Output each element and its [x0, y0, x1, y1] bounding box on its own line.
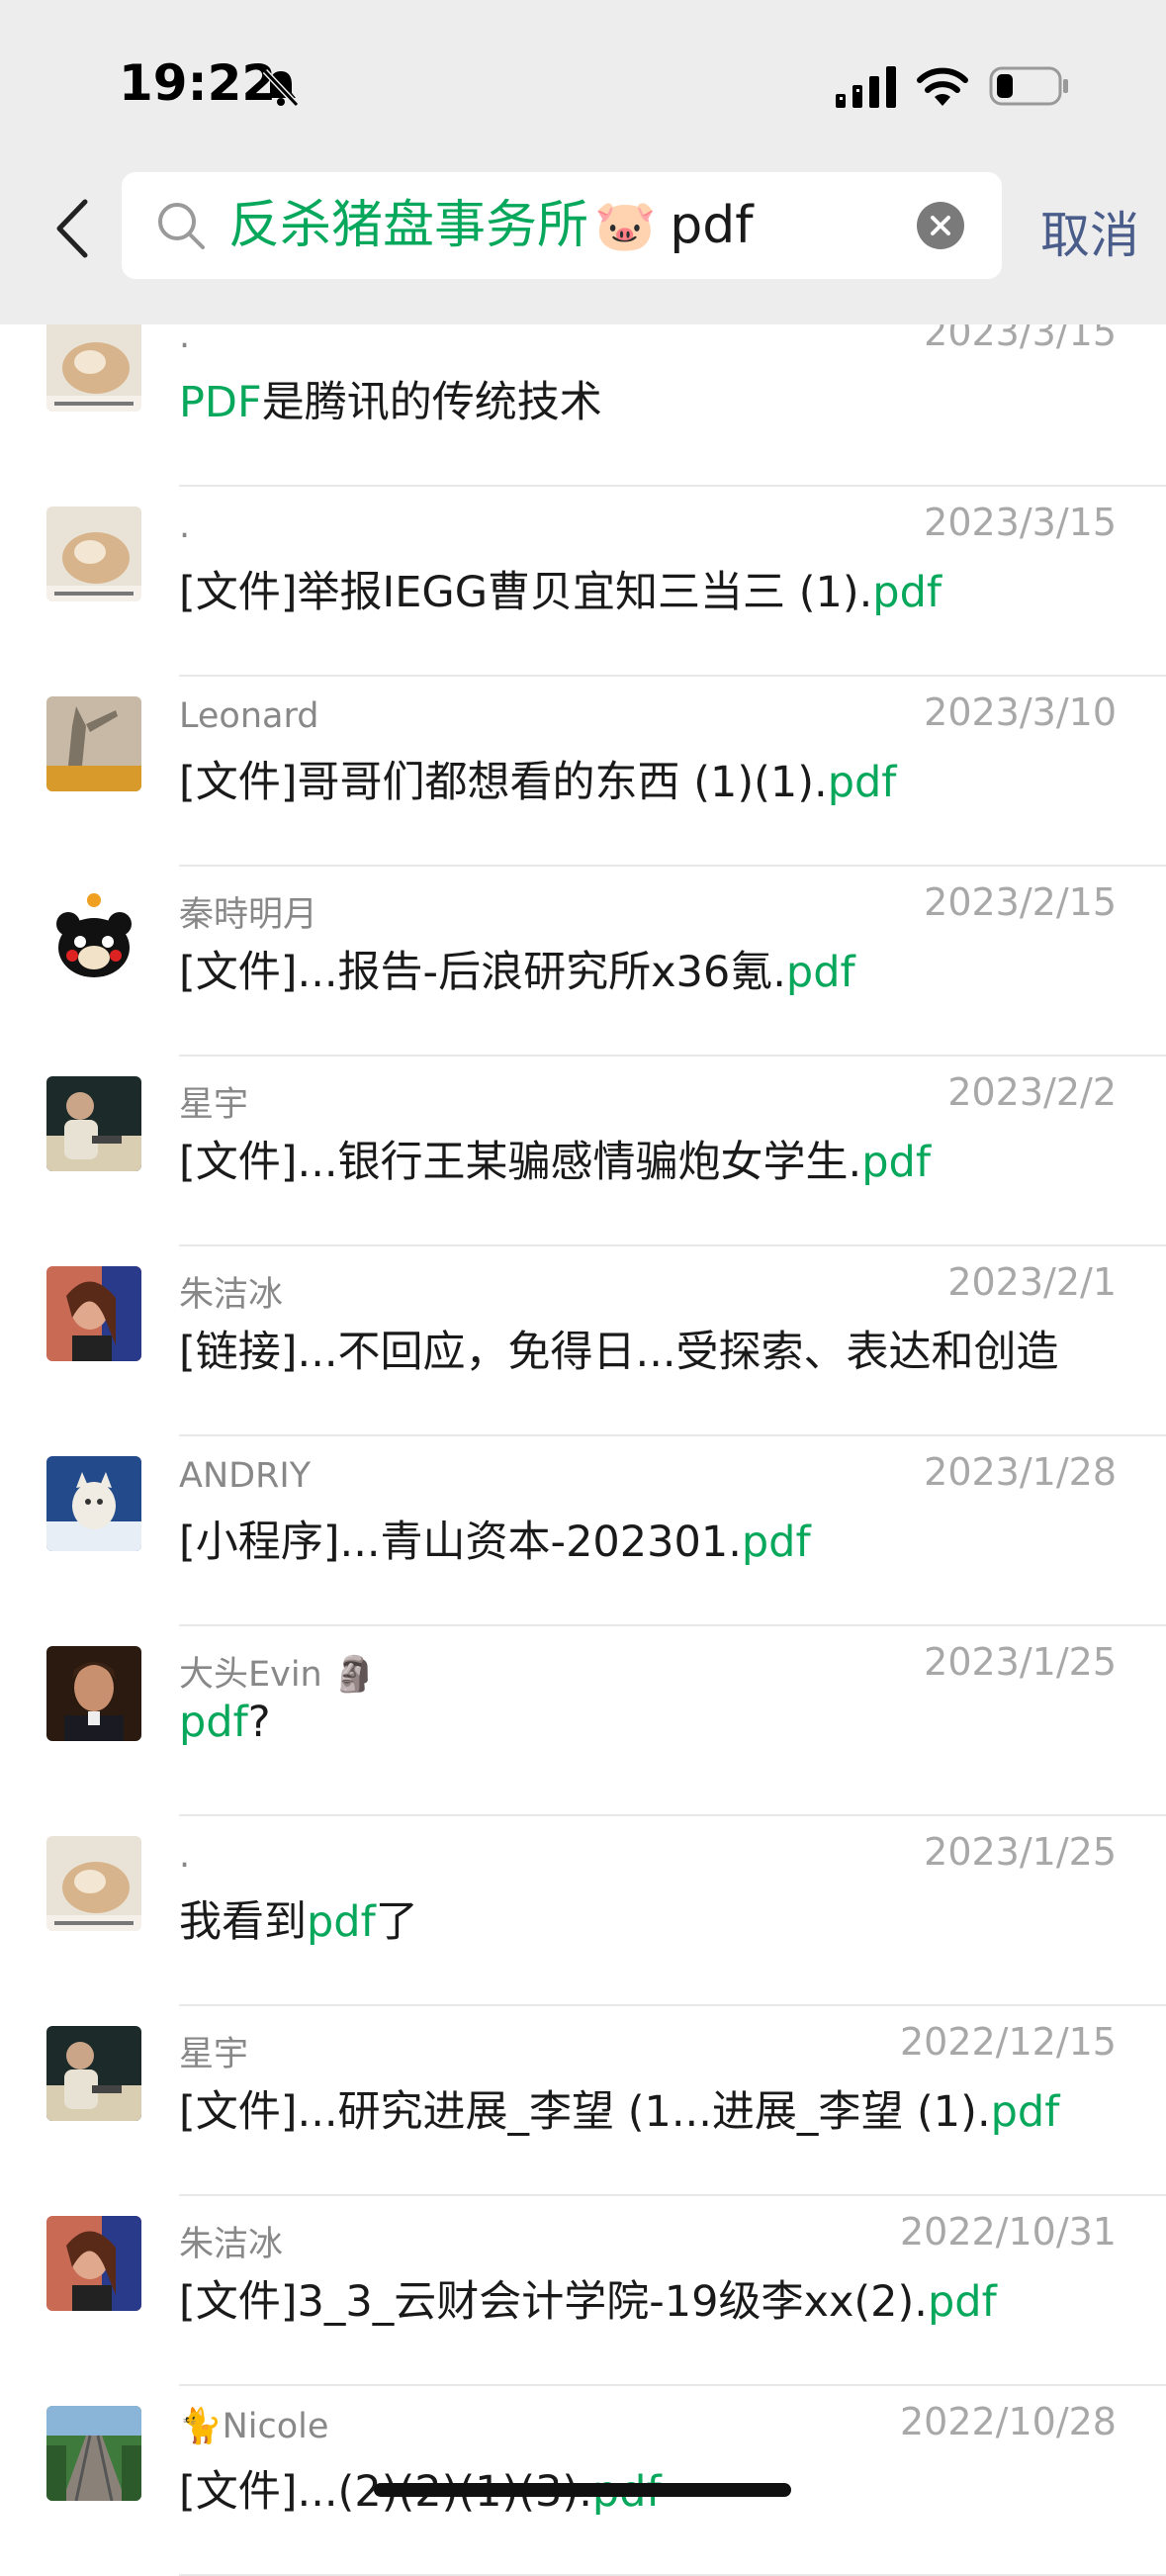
avatar: [46, 886, 141, 981]
message-date: 2022/10/28: [899, 2400, 1117, 2443]
avatar: [46, 1076, 141, 1171]
avatar: [46, 317, 141, 412]
list-item[interactable]: ANDRIY 2023/1/28 [小程序]...青山资本-202301.pdf: [0, 1436, 1166, 1626]
message-snippet: [文件]举报IEGG曹贝宜知三当三 (1).pdf: [179, 558, 942, 619]
sender-name: 秦時明月: [179, 895, 318, 935]
keyword-highlight: pdf: [927, 2277, 997, 2327]
snippet-text: 我看到: [179, 1897, 307, 1947]
keyword-highlight: pdf: [179, 1698, 248, 1747]
message-snippet: [文件]...报告-后浪研究所x36氪.pdf: [179, 938, 855, 999]
sender-name: ANDRIY: [179, 1456, 312, 1496]
message-snippet: 我看到pdf了: [179, 1887, 418, 1949]
snippet-text: ?: [247, 1698, 271, 1747]
list-item[interactable]: 朱洁冰 2023/2/1 [链接]...不回应，免得日...受探索、表达和创造: [0, 1246, 1166, 1436]
message-date: 2023/1/28: [924, 1450, 1117, 1494]
wifi-icon: [917, 67, 968, 106]
message-snippet: PDF是腾讯的传统技术: [179, 368, 602, 429]
avatar: [46, 696, 141, 791]
avatar: [46, 1836, 141, 1931]
message-snippet: [文件]...研究进展_李望 (1...进展_李望 (1).pdf: [179, 2077, 1059, 2139]
close-icon: [931, 216, 950, 235]
snippet-text: [文件]哥哥们都想看的东西 (1)(1).: [179, 758, 828, 807]
list-item[interactable]: 星宇 2022/12/15 [文件]...研究进展_李望 (1...进展_李望 (1…: [0, 2006, 1166, 2196]
search-query: 反杀猪盘事务所 🐷 pdf: [228, 196, 754, 255]
keyword-highlight: pdf: [990, 2087, 1060, 2137]
message-date: 2023/1/25: [924, 1830, 1117, 1874]
message-date: 2023/2/2: [947, 1070, 1117, 1114]
sender-name: 朱洁冰: [179, 1275, 284, 1315]
message-date: 2023/3/15: [924, 501, 1117, 544]
sender-name: 大头Evin 🗿: [179, 1655, 377, 1695]
snippet-text: [小程序]...青山资本-202301.: [179, 1518, 742, 1567]
avatar: [46, 2216, 141, 2311]
keyword-highlight: pdf: [827, 758, 897, 807]
list-item[interactable]: 🐈Nicole2022/10/28[文件]...(2)(2)(1)(3).pdf: [0, 2386, 1166, 2576]
avatar: [46, 1266, 141, 1361]
clear-search-button[interactable]: [917, 202, 964, 249]
message-snippet: [文件]哥哥们都想看的东西 (1)(1).pdf: [179, 748, 896, 809]
snippet-text: [文件]...报告-后浪研究所x36氪.: [179, 948, 786, 997]
signal-icon: [836, 66, 896, 108]
keyword-highlight: PDF: [179, 378, 262, 427]
keyword-highlight: pdf: [741, 1518, 811, 1567]
bell-muted-icon: [262, 68, 300, 108]
cancel-button[interactable]: 取消: [1040, 196, 1139, 267]
snippet-text: [文件]...银行王某骗感情骗炮女学生.: [179, 1138, 862, 1187]
message-date: 2023/3/10: [924, 690, 1117, 734]
sender-name: 星宇: [179, 1085, 249, 1125]
keyword-highlight: pdf: [861, 1138, 931, 1187]
sender-name: .: [179, 506, 191, 546]
status-time: 19:22: [119, 54, 277, 112]
battery-icon: [989, 66, 1068, 106]
list-item[interactable]: . 2023/1/25 我看到pdf了: [0, 1816, 1166, 2006]
avatar: [46, 1456, 141, 1551]
snippet-text: [文件]...研究进展_李望 (1...进展_李望 (1).: [179, 2087, 991, 2137]
keyword-highlight: pdf: [785, 948, 855, 997]
search-query-highlight: 反杀猪盘事务所: [228, 196, 589, 255]
keyword-highlight: pdf: [872, 568, 942, 617]
snippet-text: [文件]举报IEGG曹贝宜知三当三 (1).: [179, 568, 873, 617]
avatar: [46, 2406, 141, 2501]
message-date: 2022/10/31: [899, 2210, 1117, 2254]
message-date: 2023/2/1: [947, 1260, 1117, 1304]
snippet-text: [文件]3_3_云财会计学院-19级李xx(2).: [179, 2277, 928, 2327]
sender-name: 朱洁冰: [179, 2225, 284, 2264]
message-snippet: [文件]3_3_云财会计学院-19级李xx(2).pdf: [179, 2267, 997, 2329]
list-item[interactable]: 星宇 2023/2/2 [文件]...银行王某骗感情骗炮女学生.pdf: [0, 1057, 1166, 1246]
snippet-text: 是腾讯的传统技术: [261, 378, 602, 427]
list-item[interactable]: 秦時明月 2023/2/15 [文件]...报告-后浪研究所x36氪.pdf: [0, 867, 1166, 1057]
message-date: 2022/12/15: [899, 2020, 1117, 2064]
message-snippet: pdf?: [179, 1698, 271, 1747]
back-button[interactable]: [47, 194, 97, 263]
list-item[interactable]: Leonard 2023/3/10 [文件]哥哥们都想看的东西 (1)(1).pdf: [0, 677, 1166, 867]
sender-name: Leonard: [179, 696, 319, 736]
sender-name: 星宇: [179, 2035, 249, 2074]
sender-name: 🐈Nicole: [179, 2407, 329, 2446]
list-item[interactable]: 朱洁冰 2022/10/31 [文件]3_3_云财会计学院-19级李xx(2).pd…: [0, 2196, 1166, 2386]
search-icon: [158, 203, 205, 249]
message-date: 2023/1/25: [924, 1640, 1117, 1684]
search-query-suffix: pdf: [670, 196, 754, 255]
keyword-highlight: pdf: [307, 1897, 376, 1947]
avatar: [46, 2026, 141, 2121]
home-indicator[interactable]: [374, 2483, 791, 2497]
sender-name: .: [179, 1836, 191, 1876]
list-item[interactable]: . 2023/3/15 [文件]举报IEGG曹贝宜知三当三 (1).pdf: [0, 487, 1166, 677]
message-snippet: [链接]...不回应，免得日...受探索、表达和创造: [179, 1318, 1059, 1379]
message-date: 2023/2/15: [924, 880, 1117, 924]
search-input[interactable]: 反杀猪盘事务所 🐷 pdf: [122, 172, 1002, 279]
pig-emoji: 🐷: [594, 197, 657, 254]
message-snippet: [小程序]...青山资本-202301.pdf: [179, 1508, 811, 1569]
top-bar: 19:22 反杀猪盘事务所 🐷 pdf 取消: [0, 0, 1166, 324]
list-item[interactable]: . 2023/3/15 PDF是腾讯的传统技术: [0, 297, 1166, 487]
message-snippet: [文件]...银行王某骗感情骗炮女学生.pdf: [179, 1128, 931, 1189]
snippet-text: 了: [375, 1897, 418, 1947]
avatar: [46, 506, 141, 601]
avatar: [46, 1646, 141, 1741]
snippet-text: [链接]...不回应，免得日...受探索、表达和创造: [179, 1328, 1059, 1377]
list-item[interactable]: 大头Evin 🗿 2023/1/25 pdf?: [0, 1626, 1166, 1816]
